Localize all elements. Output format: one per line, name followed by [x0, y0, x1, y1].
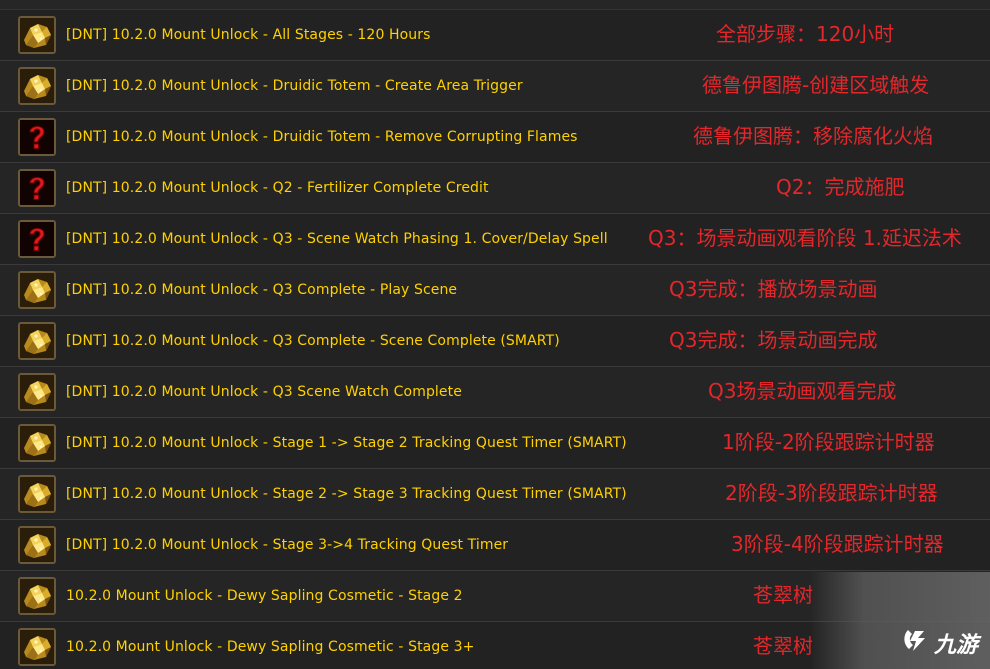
chinese-annotation: 1阶段-2阶段跟踪计时器	[722, 430, 935, 454]
spell-name-link[interactable]: [DNT] 10.2.0 Mount Unlock - All Stages -…	[66, 26, 431, 44]
chinese-annotation: 德鲁伊图腾-创建区域触发	[702, 73, 930, 97]
chinese-annotation: Q3场景动画观看完成	[708, 379, 897, 403]
gold-ore-icon	[18, 67, 56, 105]
spell-name-link[interactable]: 10.2.0 Mount Unlock - Dewy Sapling Cosme…	[66, 638, 474, 656]
chinese-annotation: 2阶段-3阶段跟踪计时器	[725, 481, 938, 505]
gold-ore-icon	[18, 526, 56, 564]
list-top-edge	[0, 0, 990, 10]
jiuyou-logo-icon	[900, 625, 930, 661]
gold-ore-icon	[18, 322, 56, 360]
spell-name-link[interactable]: [DNT] 10.2.0 Mount Unlock - Q2 - Fertili…	[66, 179, 489, 197]
chinese-annotation: 苍翠树	[753, 634, 813, 658]
spell-name-link[interactable]: [DNT] 10.2.0 Mount Unlock - Stage 3->4 T…	[66, 536, 508, 554]
chinese-annotation: 德鲁伊图腾：移除腐化火焰	[693, 124, 933, 148]
spell-row[interactable]: [DNT] 10.2.0 Mount Unlock - Druidic Tote…	[0, 61, 990, 112]
spell-row[interactable]: [DNT] 10.2.0 Mount Unlock - Q3 Scene Wat…	[0, 367, 990, 418]
spell-name-link[interactable]: [DNT] 10.2.0 Mount Unlock - Q3 Complete …	[66, 332, 560, 350]
spell-name-link[interactable]: [DNT] 10.2.0 Mount Unlock - Druidic Tote…	[66, 128, 578, 146]
gold-ore-icon	[18, 628, 56, 666]
spell-row[interactable]: [DNT] 10.2.0 Mount Unlock - All Stages -…	[0, 10, 990, 61]
spell-row[interactable]: [DNT] 10.2.0 Mount Unlock - Q3 Complete …	[0, 265, 990, 316]
spell-name-link[interactable]: [DNT] 10.2.0 Mount Unlock - Q3 - Scene W…	[66, 230, 608, 248]
spell-row[interactable]: [DNT] 10.2.0 Mount Unlock - Q3 Complete …	[0, 316, 990, 367]
gold-ore-icon	[18, 577, 56, 615]
spell-name-link[interactable]: [DNT] 10.2.0 Mount Unlock - Stage 2 -> S…	[66, 485, 627, 503]
spell-row[interactable]: [DNT] 10.2.0 Mount Unlock - Q3 - Scene W…	[0, 214, 990, 265]
watermark: 九游	[900, 626, 978, 660]
chinese-annotation: 全部步骤：120小时	[716, 22, 895, 46]
spell-row[interactable]: [DNT] 10.2.0 Mount Unlock - Q2 - Fertili…	[0, 163, 990, 214]
spell-name-link[interactable]: [DNT] 10.2.0 Mount Unlock - Stage 1 -> S…	[66, 434, 627, 452]
question-mark-icon	[18, 118, 56, 156]
chinese-annotation: Q3：场景动画观看阶段 1.延迟法术	[648, 226, 962, 250]
spell-row[interactable]: [DNT] 10.2.0 Mount Unlock - Stage 2 -> S…	[0, 469, 990, 520]
chinese-annotation: 3阶段-4阶段跟踪计时器	[731, 532, 944, 556]
question-mark-icon	[18, 220, 56, 258]
spell-name-link[interactable]: [DNT] 10.2.0 Mount Unlock - Q3 Scene Wat…	[66, 383, 462, 401]
spell-row[interactable]: [DNT] 10.2.0 Mount Unlock - Stage 1 -> S…	[0, 418, 990, 469]
gold-ore-icon	[18, 373, 56, 411]
gold-ore-icon	[18, 475, 56, 513]
spell-name-link[interactable]: 10.2.0 Mount Unlock - Dewy Sapling Cosme…	[66, 587, 463, 605]
spell-list: [DNT] 10.2.0 Mount Unlock - All Stages -…	[0, 0, 990, 669]
chinese-annotation: Q3完成：场景动画完成	[669, 328, 878, 352]
chinese-annotation: 苍翠树	[753, 583, 813, 607]
gold-ore-icon	[18, 271, 56, 309]
watermark-text: 九游	[934, 633, 979, 658]
chinese-annotation: Q2：完成施肥	[776, 175, 905, 199]
gold-ore-icon	[18, 16, 56, 54]
chinese-annotation: Q3完成：播放场景动画	[669, 277, 878, 301]
spell-name-link[interactable]: [DNT] 10.2.0 Mount Unlock - Q3 Complete …	[66, 281, 457, 299]
spell-row[interactable]: [DNT] 10.2.0 Mount Unlock - Stage 3->4 T…	[0, 520, 990, 571]
gold-ore-icon	[18, 424, 56, 462]
question-mark-icon	[18, 169, 56, 207]
spell-name-link[interactable]: [DNT] 10.2.0 Mount Unlock - Druidic Tote…	[66, 77, 523, 95]
spell-row[interactable]: [DNT] 10.2.0 Mount Unlock - Druidic Tote…	[0, 112, 990, 163]
